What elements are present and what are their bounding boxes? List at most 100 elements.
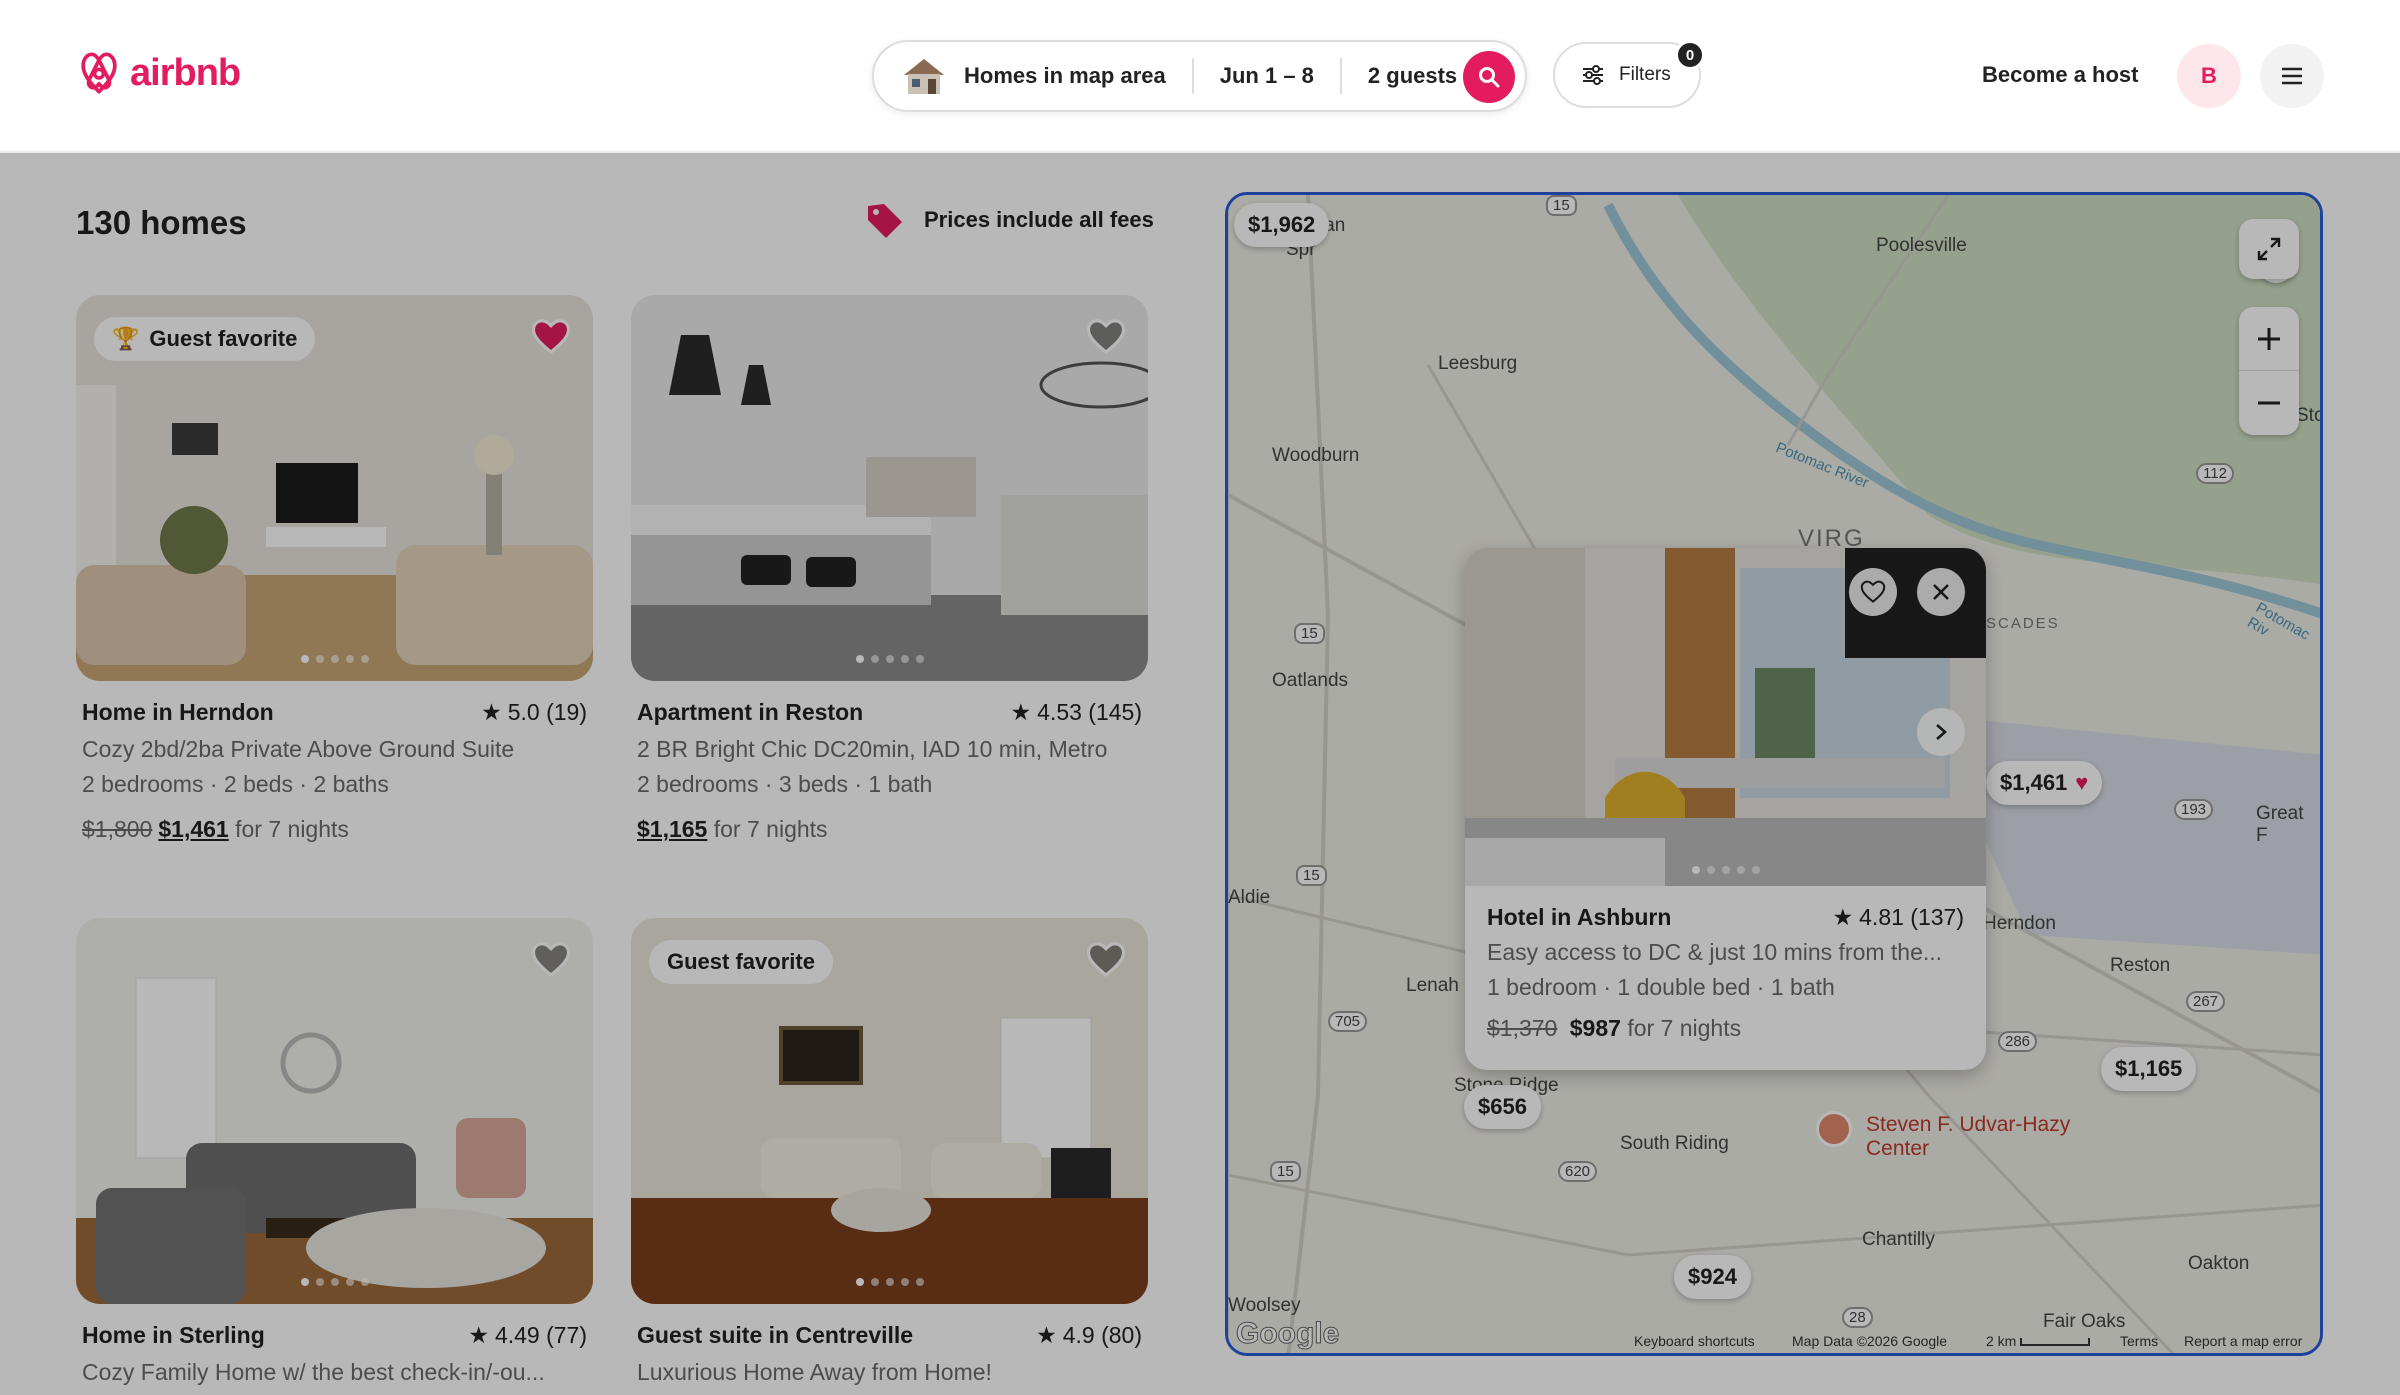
search-icon <box>1479 67 1500 88</box>
terms-link[interactable]: Terms <box>2120 1333 2158 1349</box>
search-guests[interactable]: 2 guests <box>1342 58 1483 94</box>
listing-card[interactable]: Apartment in Reston ★ 4.53 (145) 2 BR Bri… <box>631 295 1148 843</box>
listing-card[interactable]: Home in Sterling ★ 4.49 (77) Cozy Family … <box>76 918 593 1386</box>
heart-icon[interactable] <box>531 940 571 980</box>
listing-rating: ★ 4.49 (77) <box>468 1322 587 1349</box>
price-pin[interactable]: $1,165 <box>2101 1047 2197 1091</box>
pin-price: $924 <box>1688 1264 1737 1289</box>
listing-price[interactable]: $1,165 for 7 nights <box>637 816 1142 843</box>
popup-close-button[interactable] <box>1917 568 1965 616</box>
map-panel[interactable]: Poolesville Leesburg Woodburn Oatlands A… <box>1225 192 2323 1356</box>
chevron-right-icon <box>1936 724 1947 740</box>
star-icon: ★ <box>481 699 502 725</box>
main-content: 130 homes Prices include all fees 🏆 Gues… <box>0 154 2400 1395</box>
price-tag-icon <box>868 204 902 238</box>
price-suffix: for 7 nights <box>713 816 828 842</box>
photo-dots <box>300 655 369 663</box>
rating-value: 5.0 (19) <box>507 699 587 725</box>
pin-price: $1,461 <box>2000 770 2068 795</box>
zoom-out-button[interactable] <box>2239 371 2299 435</box>
map-place: SCADES <box>1986 615 2060 632</box>
listing-title: Home in Sterling <box>82 1322 265 1348</box>
search-location[interactable]: Homes in map area <box>948 58 1192 94</box>
minus-icon <box>2258 401 2280 405</box>
route-shield: 15 <box>1546 195 1577 216</box>
report-map-error-link[interactable]: Report a map error <box>2184 1333 2302 1349</box>
become-host-link[interactable]: Become a host <box>1982 62 2139 88</box>
route-shield: 286 <box>1998 1031 2038 1052</box>
map-place: Woolsey <box>1228 1295 1301 1316</box>
filters-label: Filters <box>1619 64 1671 85</box>
photo-dots <box>1691 866 1760 874</box>
listing-card[interactable]: 🏆 Guest favorite Home in Herndon ★ 5.0 (1… <box>76 295 593 843</box>
landmark-pin-icon[interactable] <box>1816 1111 1852 1147</box>
guest-favorite-badge: 🏆 Guest favorite <box>94 317 316 361</box>
fees-note[interactable]: Prices include all fees <box>864 200 1154 240</box>
rating-value: 4.49 (77) <box>494 1322 587 1348</box>
heart-icon[interactable] <box>1086 940 1126 980</box>
popup-next-photo-button[interactable] <box>1917 708 1965 756</box>
map-place: Oakton <box>2188 1253 2250 1274</box>
search-dates[interactable]: Jun 1 – 8 <box>1194 58 1340 94</box>
popup-save-button[interactable] <box>1849 568 1897 616</box>
map-scale: 2 km <box>1986 1333 2091 1349</box>
photo-dots <box>855 655 924 663</box>
close-icon <box>1933 584 1949 600</box>
listing-photo[interactable] <box>76 918 593 1304</box>
route-shield: 112 <box>2196 463 2234 484</box>
price-pin[interactable]: $1,962 <box>1234 203 1330 247</box>
listing-photo[interactable] <box>631 295 1148 681</box>
listing-title: Home in Herndon <box>82 699 274 725</box>
listing-photo[interactable]: 🏆 Guest favorite <box>76 295 593 681</box>
map-place: Fair Oaks <box>2043 1311 2126 1332</box>
listing-popup[interactable]: Hotel in Ashburn ★ 4.81 (137) Easy access… <box>1465 548 1986 1070</box>
listing-details: 2 bedrooms · 3 beds · 1 bath <box>637 771 933 797</box>
sliders-icon <box>1583 65 1603 85</box>
sterling-living-room-photo <box>76 918 593 1304</box>
landmark-label[interactable]: Steven F. Udvar-Hazy Center <box>1866 1113 2086 1161</box>
popup-price: $1,370 $987 for 7 nights <box>1487 1015 1964 1042</box>
trophy-icon: 🏆 <box>112 326 140 351</box>
results-count: 130 homes <box>76 204 247 241</box>
airbnb-logo[interactable]: airbnb <box>76 48 241 98</box>
original-price: $1,800 <box>82 816 153 842</box>
listing-photo[interactable]: Guest favorite <box>631 918 1148 1304</box>
price-pin[interactable]: $656 <box>1464 1085 1541 1129</box>
rating-value: 4.53 (145) <box>1037 699 1142 725</box>
star-icon: ★ <box>1832 904 1854 930</box>
listing-card[interactable]: Guest favorite Guest suite in Centrevill… <box>631 918 1148 1386</box>
route-shield: 620 <box>1558 1161 1598 1182</box>
listing-title: Apartment in Reston <box>637 699 864 725</box>
star-icon: ★ <box>468 1322 489 1348</box>
search-bar[interactable]: Homes in map area Jun 1 – 8 2 guests <box>872 40 1527 112</box>
top-header: airbnb Homes in map area Jun 1 – 8 2 gue… <box>0 0 2400 153</box>
listing-rating: ★ 4.53 (145) <box>1011 699 1142 726</box>
filters-button[interactable]: Filters 0 <box>1553 40 1705 108</box>
price-pin-favorited[interactable]: $1,461 ♥ <box>1986 761 2103 805</box>
expand-map-button[interactable] <box>2239 219 2299 279</box>
heart-icon-filled[interactable] <box>531 317 571 357</box>
menu-button[interactable] <box>2260 44 2324 108</box>
fees-note-text: Prices include all fees <box>924 207 1154 232</box>
listing-price[interactable]: $1,800 $1,461 for 7 nights <box>82 816 587 843</box>
scale-label: 2 km <box>1986 1333 2017 1349</box>
map-place: Reston <box>2110 955 2171 976</box>
keyboard-shortcuts-link[interactable]: Keyboard shortcuts <box>1634 1333 1755 1349</box>
zoom-in-button[interactable] <box>2239 307 2299 371</box>
map-place: Lenah <box>1406 975 1459 996</box>
user-avatar[interactable]: B <box>2177 44 2241 108</box>
heart-icon-filled: ♥ <box>2075 770 2089 795</box>
price-suffix: for 7 nights <box>235 816 349 842</box>
current-price: $1,461 <box>158 816 229 842</box>
google-logo[interactable]: Google <box>1235 1317 1339 1351</box>
kitchen-photo <box>631 295 1148 681</box>
route-shield: 28 <box>1842 1307 1873 1328</box>
plus-icon <box>2258 327 2280 350</box>
heart-icon[interactable] <box>1086 317 1126 357</box>
map-place: Sto <box>2296 405 2323 426</box>
price-pin[interactable]: $924 <box>1674 1255 1751 1299</box>
search-button[interactable] <box>1463 51 1515 103</box>
route-shield: 15 <box>1296 865 1327 886</box>
badge-label: Guest favorite <box>667 949 815 974</box>
listing-rating: ★ 5.0 (19) <box>481 699 587 726</box>
